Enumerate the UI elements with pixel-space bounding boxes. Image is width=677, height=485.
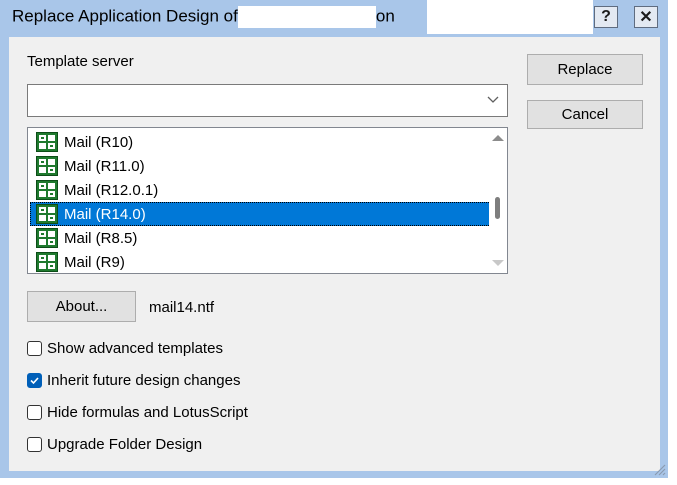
template-list-item-label: Mail (R10)	[64, 133, 134, 151]
scroll-up-arrow-icon[interactable]	[492, 135, 504, 141]
close-button[interactable]: ✕	[634, 6, 658, 28]
replace-design-dialog: Replace Application Design of on ? ✕ Temp…	[0, 0, 668, 478]
show-advanced-templates-checkbox[interactable]: Show advanced templates	[27, 340, 223, 357]
template-list-item-label: Mail (R8.5)	[64, 229, 138, 247]
help-button[interactable]: ?	[594, 6, 618, 28]
template-list-item[interactable]: Mail (R8.5)	[30, 226, 495, 250]
resize-grip-icon[interactable]	[652, 462, 666, 476]
checkmark-icon	[30, 377, 39, 385]
cancel-button[interactable]: Cancel	[527, 100, 643, 129]
checkbox-label: Inherit future design changes	[47, 372, 241, 389]
template-listbox[interactable]: Mail (R9) Mail (R8.5) Mail (R14.0) Mail (R1…	[27, 127, 508, 274]
window-title-text: Replace Application Design of	[12, 6, 238, 26]
checkbox-label: Hide formulas and LotusScript	[47, 404, 248, 421]
notes-database-icon	[36, 180, 58, 200]
template-list-item-label: Mail (R12.0.1)	[64, 181, 159, 199]
about-button-label: About...	[55, 298, 108, 315]
notes-database-icon	[36, 252, 58, 272]
replace-button-label: Replace	[557, 61, 613, 78]
checkbox-label: Upgrade Folder Design	[47, 436, 203, 453]
redacted-db-name	[237, 6, 376, 28]
title-bar: Replace Application Design of on ? ✕	[0, 0, 668, 34]
checkbox-box[interactable]	[27, 437, 42, 452]
about-button[interactable]: About...	[27, 291, 136, 322]
replace-button[interactable]: Replace	[527, 54, 643, 85]
checkbox-label: Show advanced templates	[47, 340, 223, 357]
dialog-body: Template server Replace Cancel Mail (R9)…	[9, 37, 660, 471]
redacted-server-name	[427, 0, 593, 34]
template-server-combobox[interactable]	[27, 84, 508, 117]
template-list-item[interactable]: Mail (R14.0)	[30, 202, 495, 226]
template-list-item[interactable]: Mail (R9)	[30, 250, 495, 273]
cancel-button-label: Cancel	[561, 106, 609, 123]
help-icon: ?	[601, 8, 611, 25]
template-list-item[interactable]: Mail (R11.0)	[30, 154, 495, 178]
close-icon: ✕	[639, 9, 653, 26]
template-list-item-label: Mail (R11.0)	[64, 157, 145, 175]
notes-database-icon	[36, 132, 58, 152]
notes-database-icon	[36, 228, 58, 248]
window-title-suffix: on	[375, 6, 395, 26]
checkbox-box[interactable]	[27, 373, 42, 388]
scroll-down-arrow-icon[interactable]	[492, 260, 504, 266]
window-title: Replace Application Design of on	[12, 6, 395, 28]
notes-database-icon	[36, 204, 58, 224]
template-list-item[interactable]: Mail (R10)	[30, 130, 495, 154]
hide-formulas-checkbox[interactable]: Hide formulas and LotusScript	[27, 404, 248, 421]
template-filename: mail14.ntf	[149, 299, 215, 316]
template-server-label: Template server	[27, 53, 134, 70]
chevron-down-icon[interactable]	[485, 91, 501, 107]
inherit-design-changes-checkbox[interactable]: Inherit future design changes	[27, 372, 240, 389]
template-list-item-label: Mail (R9)	[64, 253, 125, 271]
upgrade-folder-design-checkbox[interactable]: Upgrade Folder Design	[27, 436, 202, 453]
checkbox-box[interactable]	[27, 341, 42, 356]
notes-database-icon	[36, 156, 58, 176]
scroll-thumb[interactable]	[495, 197, 500, 219]
checkbox-box[interactable]	[27, 405, 42, 420]
listbox-scrollbar[interactable]	[489, 129, 506, 272]
template-list-item[interactable]: Mail (R12.0.1)	[30, 178, 495, 202]
template-list-item-label: Mail (R14.0)	[64, 205, 146, 223]
